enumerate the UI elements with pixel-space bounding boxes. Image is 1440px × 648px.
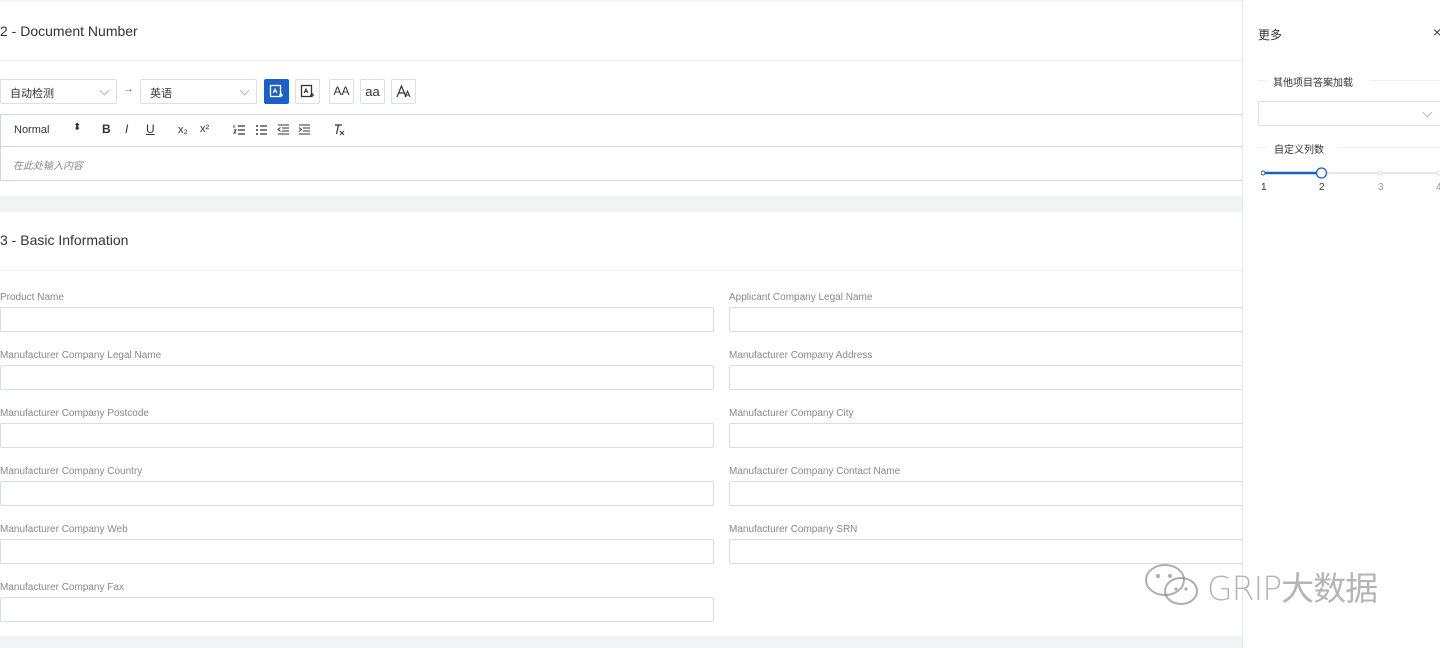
manufacturer-country-label: Manufacturer Company Country <box>0 466 143 477</box>
slider-tick-label: 3 <box>1378 182 1384 193</box>
bullet-list-icon <box>256 125 267 135</box>
translate-image-icon <box>269 84 283 98</box>
slider-tick-label: 4 <box>1436 182 1440 193</box>
main-content: 2 - Document Number 自动检测 → 英语 AA aa Norm… <box>0 0 1242 648</box>
uppercase-button[interactable]: AA <box>329 79 354 104</box>
load-answers-label: 其他项目答案加载 <box>1273 78 1353 89</box>
section-title: 2 - Document Number <box>0 23 138 39</box>
manufacturer-contact-name-label: Manufacturer Company Contact Name <box>729 466 901 477</box>
underline-button[interactable]: U <box>146 122 155 136</box>
clear-format-icon <box>335 124 345 136</box>
superscript-button[interactable]: x² <box>200 123 209 135</box>
manufacturer-legal-name-input[interactable] <box>0 365 714 390</box>
project-answers-select[interactable] <box>1258 101 1440 126</box>
outdent-button[interactable] <box>277 123 290 139</box>
translate-file-button[interactable] <box>295 79 320 104</box>
manufacturer-postcode-input[interactable] <box>0 423 714 448</box>
section-title: 3 - Basic Information <box>0 232 129 248</box>
editor-toolbar: Normal ⬍ B I U x₂ x² <box>1 115 1242 147</box>
columns-slider[interactable]: 1 2 3 4 <box>1261 166 1440 196</box>
target-language-value: 英语 <box>150 88 172 100</box>
lowercase-button[interactable]: aa <box>360 79 385 104</box>
format-select-arrows-icon[interactable]: ⬍ <box>73 122 81 133</box>
clear-format-button[interactable] <box>333 123 346 139</box>
slider-tick-label: 1 <box>1261 182 1267 193</box>
manufacturer-postcode-label: Manufacturer Company Postcode <box>0 408 149 419</box>
divider <box>0 60 1242 61</box>
manufacturer-fax-input[interactable] <box>0 597 714 622</box>
slider-track <box>1261 167 1440 179</box>
divider <box>1338 147 1440 148</box>
source-language-select[interactable]: 自动检测 <box>0 79 117 104</box>
manufacturer-fax-label: Manufacturer Company Fax <box>0 582 124 593</box>
italic-button[interactable]: I <box>125 122 128 136</box>
target-language-select[interactable]: 英语 <box>140 79 257 104</box>
rich-text-editor: Normal ⬍ B I U x₂ x² 在此处输入内容 <box>0 114 1242 181</box>
divider <box>1258 147 1268 148</box>
manufacturer-srn-label: Manufacturer Company SRN <box>729 524 858 535</box>
close-icon[interactable]: × <box>1433 24 1440 40</box>
manufacturer-city-input[interactable] <box>729 423 1242 448</box>
more-panel: 更多 × 其他项目答案加载 自定义列数 1 2 3 4 <box>1242 0 1440 648</box>
wechat-logo-icon <box>1145 564 1198 605</box>
subscript-button[interactable]: x₂ <box>178 124 188 136</box>
slider-tick-label: 2 <box>1319 182 1325 193</box>
panel-title: 更多 <box>1258 28 1283 42</box>
manufacturer-contact-name-input[interactable] <box>729 481 1242 506</box>
manufacturer-country-input[interactable] <box>0 481 714 506</box>
manufacturer-city-label: Manufacturer Company City <box>729 408 854 419</box>
manufacturer-web-input[interactable] <box>0 539 714 564</box>
chevron-down-icon <box>1422 107 1433 118</box>
slider-dot <box>1261 170 1266 176</box>
slider-dot <box>1436 170 1440 176</box>
ordered-list-icon <box>233 125 245 135</box>
slider-dot <box>1377 170 1383 176</box>
chevron-down-icon <box>239 85 250 96</box>
basic-information-section: 3 - Basic Information Product Name Appli… <box>0 212 1242 636</box>
bold-button[interactable]: B <box>102 122 111 136</box>
manufacturer-address-input[interactable] <box>729 365 1242 390</box>
format-select[interactable]: Normal <box>14 124 49 136</box>
font-case-button[interactable] <box>391 79 416 104</box>
ordered-list-button[interactable] <box>233 123 246 139</box>
document-number-section: 2 - Document Number 自动检测 → 英语 AA aa Norm… <box>0 2 1242 196</box>
slider-handle[interactable] <box>1315 167 1328 179</box>
bullet-list-button[interactable] <box>255 123 268 139</box>
divider <box>1258 80 1268 81</box>
font-case-icon <box>395 84 410 98</box>
manufacturer-srn-input[interactable] <box>729 539 1242 564</box>
chevron-down-icon <box>99 85 110 96</box>
editor-placeholder[interactable]: 在此处输入内容 <box>13 157 83 172</box>
translate-file-icon <box>300 84 314 98</box>
translate-image-button[interactable] <box>264 79 289 104</box>
watermark: GRIP大数据 <box>1143 562 1403 608</box>
product-name-input[interactable] <box>0 307 714 332</box>
applicant-legal-name-input[interactable] <box>729 307 1242 332</box>
manufacturer-address-label: Manufacturer Company Address <box>729 350 873 361</box>
divider <box>0 270 1242 271</box>
product-name-label: Product Name <box>0 292 64 303</box>
applicant-legal-name-label: Applicant Company Legal Name <box>729 292 873 303</box>
indent-icon <box>298 124 310 135</box>
arrow-right-icon: → <box>123 83 134 95</box>
manufacturer-web-label: Manufacturer Company Web <box>0 524 128 535</box>
divider <box>1369 80 1440 81</box>
watermark-text: GRIP大数据 <box>1207 569 1378 608</box>
indent-button[interactable] <box>298 123 311 139</box>
outdent-icon <box>277 124 289 135</box>
manufacturer-legal-name-label: Manufacturer Company Legal Name <box>0 350 162 361</box>
source-language-value: 自动检测 <box>10 88 54 100</box>
custom-columns-label: 自定义列数 <box>1274 145 1324 156</box>
